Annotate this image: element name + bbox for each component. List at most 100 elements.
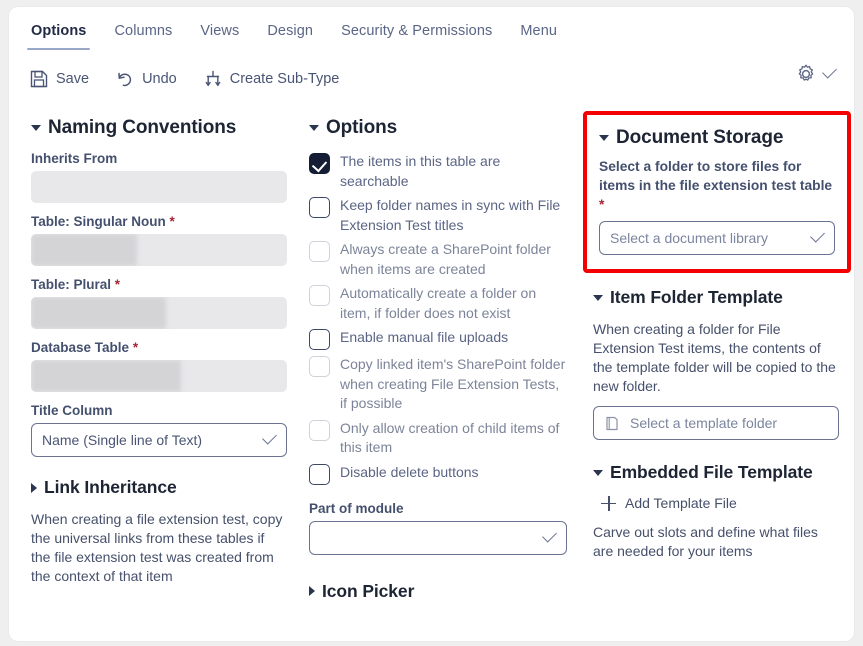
section-naming-conventions[interactable]: Naming Conventions — [31, 117, 287, 139]
section-icon-picker[interactable]: Icon Picker — [309, 581, 567, 602]
document-library-placeholder: Select a document library — [610, 230, 768, 246]
undo-button[interactable]: Undo — [115, 69, 177, 89]
checkbox-row-disable-delete-buttons[interactable]: Disable delete buttons — [309, 462, 567, 485]
document-storage-note: Select a folder to store files for items… — [599, 159, 833, 212]
tab-columns[interactable]: Columns — [100, 19, 186, 53]
singular-noun-field[interactable] — [31, 234, 287, 266]
gear-icon — [798, 64, 814, 81]
singular-noun-label: Table: Singular Noun * — [31, 214, 175, 229]
caret-down-icon — [309, 125, 319, 131]
caret-down-icon — [593, 294, 603, 301]
inherits-from-field[interactable] — [31, 171, 287, 203]
section-title: Icon Picker — [322, 580, 415, 601]
caret-right-icon — [31, 482, 37, 493]
tab-security-permissions[interactable]: Security & Permissions — [327, 19, 506, 53]
tab-label: Views — [200, 23, 240, 39]
checkbox-label: Copy linked item's SharePoint folder whe… — [340, 356, 566, 411]
settings-columns: Naming Conventions Inherits From Table: … — [9, 99, 854, 614]
settings-window: Options Columns Views Design Security & … — [8, 6, 855, 642]
tab-label: Options — [31, 23, 87, 39]
checkbox-row-searchable[interactable]: The items in this table are searchable — [309, 151, 567, 191]
tab-label: Design — [267, 23, 314, 39]
database-table-label: Database Table * — [31, 340, 139, 355]
toolbar: Save Undo Create Sub-Type — [9, 55, 854, 99]
link-inheritance-description: When creating a file extension test, cop… — [31, 511, 283, 584]
column-options: Options The items in this table are sear… — [301, 107, 581, 614]
section-title: Options — [326, 117, 398, 138]
chevron-down-icon — [542, 527, 557, 543]
checkbox-label: Disable delete buttons — [340, 463, 479, 480]
tab-menu[interactable]: Menu — [506, 19, 571, 53]
create-sub-type-button[interactable]: Create Sub-Type — [203, 69, 340, 89]
create-sub-type-icon — [205, 70, 221, 87]
embedded-file-template-description: Carve out slots and define what files ar… — [593, 524, 818, 559]
tab-label: Menu — [520, 23, 558, 39]
plus-icon — [601, 495, 616, 511]
add-template-file-button[interactable]: Add Template File — [601, 495, 839, 511]
checkbox-searchable[interactable] — [309, 153, 330, 174]
create-sub-type-label: Create Sub-Type — [229, 71, 340, 87]
required-asterisk: * — [114, 277, 121, 292]
folder-icon — [606, 416, 618, 430]
select-template-folder-button[interactable]: Select a template folder — [593, 406, 839, 440]
checkbox-label: Enable manual file uploads — [340, 329, 509, 345]
section-embedded-file-template[interactable]: Embedded File Template — [593, 462, 839, 483]
checkbox-row-only-allow-child-items: Only allow creation of child items of th… — [309, 418, 567, 458]
plural-label: Table: Plural * — [31, 277, 121, 292]
inherits-from-label: Inherits From — [31, 151, 118, 166]
checkbox-label: The items in this table are searchable — [340, 153, 501, 189]
chevron-down-icon — [262, 429, 277, 445]
checkbox-auto-create-folder-on-item — [309, 285, 330, 306]
save-icon — [30, 70, 48, 88]
caret-down-icon — [31, 125, 41, 131]
section-item-folder-template[interactable]: Item Folder Template — [593, 287, 839, 308]
checkbox-row-copy-linked-sharepoint-folder: Copy linked item's SharePoint folder whe… — [309, 354, 567, 414]
settings-menu-button[interactable] — [795, 63, 837, 85]
caret-down-icon — [599, 135, 609, 141]
section-title: Item Folder Template — [610, 287, 783, 307]
checkbox-row-enable-manual-file-uploads[interactable]: Enable manual file uploads — [309, 327, 567, 350]
checkbox-label: Only allow creation of child items of th… — [340, 419, 560, 456]
part-of-module-label: Part of module — [309, 500, 404, 516]
database-table-field[interactable] — [31, 360, 287, 392]
required-asterisk: * — [599, 197, 605, 212]
section-options[interactable]: Options — [309, 117, 567, 139]
caret-right-icon — [309, 586, 315, 596]
checkbox-label: Keep folder names in sync with File Exte… — [340, 197, 561, 233]
tab-design[interactable]: Design — [253, 19, 327, 53]
undo-label: Undo — [142, 71, 177, 87]
plural-field[interactable] — [31, 297, 287, 329]
part-of-module-select[interactable] — [309, 520, 567, 555]
chevron-down-icon — [810, 227, 825, 243]
save-label: Save — [56, 71, 90, 87]
tab-label: Security & Permissions — [341, 23, 493, 39]
section-title: Link Inheritance — [44, 477, 177, 497]
title-column-select[interactable]: Name (Single line of Text) — [31, 423, 287, 457]
required-asterisk: * — [169, 214, 175, 229]
checkbox-label: Automatically create a folder on item, i… — [340, 285, 537, 321]
document-library-select[interactable]: Select a document library — [599, 221, 835, 255]
caret-down-icon — [593, 469, 603, 476]
document-storage-highlight: Document Storage Select a folder to stor… — [583, 111, 851, 273]
column-naming: Naming Conventions Inherits From Table: … — [9, 107, 301, 614]
section-link-inheritance[interactable]: Link Inheritance — [31, 477, 287, 498]
chevron-down-icon — [822, 63, 837, 79]
item-folder-template-description: When creating a folder for File Extensio… — [593, 321, 836, 394]
select-template-folder-label: Select a template folder — [630, 415, 778, 431]
tab-options[interactable]: Options — [17, 19, 100, 53]
checkbox-enable-manual-file-uploads[interactable] — [309, 329, 330, 350]
checkbox-row-always-create-sharepoint-folder: Always create a SharePoint folder when i… — [309, 239, 567, 279]
tab-views[interactable]: Views — [186, 19, 253, 53]
title-column-value: Name (Single line of Text) — [42, 432, 203, 448]
checkbox-disable-delete-buttons[interactable] — [309, 463, 330, 485]
checkbox-row-auto-create-folder-on-item: Automatically create a folder on item, i… — [309, 283, 567, 323]
checkbox-keep-folder-names-in-sync[interactable] — [309, 197, 330, 218]
tab-label: Columns — [114, 23, 173, 39]
checkbox-only-allow-child-items — [309, 419, 330, 441]
checkbox-always-create-sharepoint-folder — [309, 241, 330, 262]
checkbox-row-keep-folder-names-in-sync[interactable]: Keep folder names in sync with File Exte… — [309, 195, 567, 235]
save-button[interactable]: Save — [29, 69, 89, 89]
title-column-label: Title Column — [31, 403, 113, 418]
section-document-storage[interactable]: Document Storage — [599, 127, 835, 149]
checkbox-copy-linked-sharepoint-folder — [309, 356, 330, 377]
